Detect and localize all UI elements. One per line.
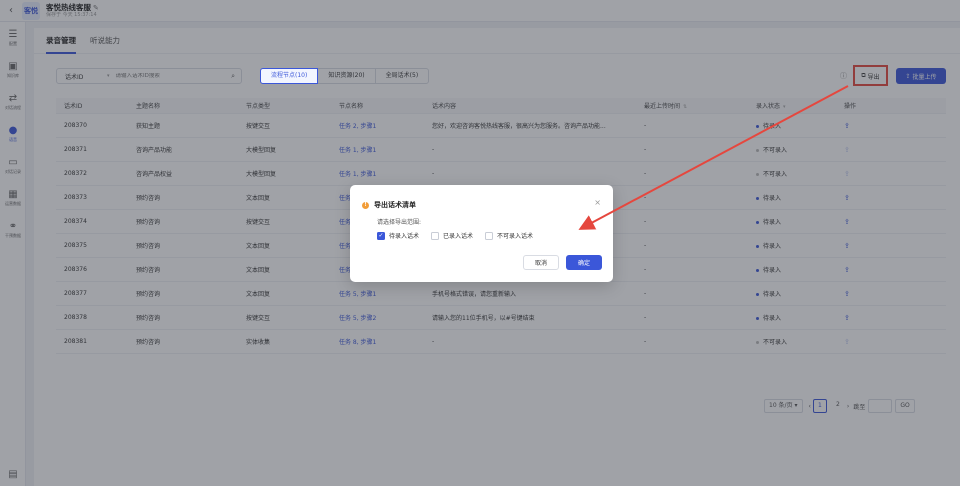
- range-label: 请选择导出范围:: [377, 219, 422, 226]
- checkbox-icon[interactable]: [485, 231, 494, 240]
- cancel-button[interactable]: 取消: [523, 255, 559, 270]
- close-icon[interactable]: ×: [594, 198, 601, 207]
- checkbox-checked-icon[interactable]: ✓: [377, 231, 385, 240]
- confirm-button[interactable]: 确定: [566, 255, 602, 270]
- warning-icon: !: [362, 201, 369, 209]
- option-label: 不可录入话术: [497, 233, 534, 240]
- option-label: 已录入话术: [443, 233, 474, 240]
- option-label: 待录入话术: [389, 233, 420, 240]
- modal-title: 导出话术清单: [374, 201, 416, 209]
- option-recorded[interactable]: 已录入话术: [431, 231, 473, 240]
- filter-flow-nodes[interactable]: 流程节点(10): [260, 68, 319, 84]
- checkbox-icon[interactable]: [431, 231, 440, 240]
- option-pending[interactable]: ✓ 待录入话术: [377, 231, 419, 240]
- export-options: ✓ 待录入话术 已录入话术 不可录入话术: [377, 231, 545, 240]
- export-modal: ! 导出话术清单 × 请选择导出范围: ✓ 待录入话术 已录入话术 不可录入话术 …: [350, 185, 613, 282]
- modal-header: ! 导出话术清单: [362, 200, 416, 210]
- option-unavailable[interactable]: 不可录入话术: [485, 231, 533, 240]
